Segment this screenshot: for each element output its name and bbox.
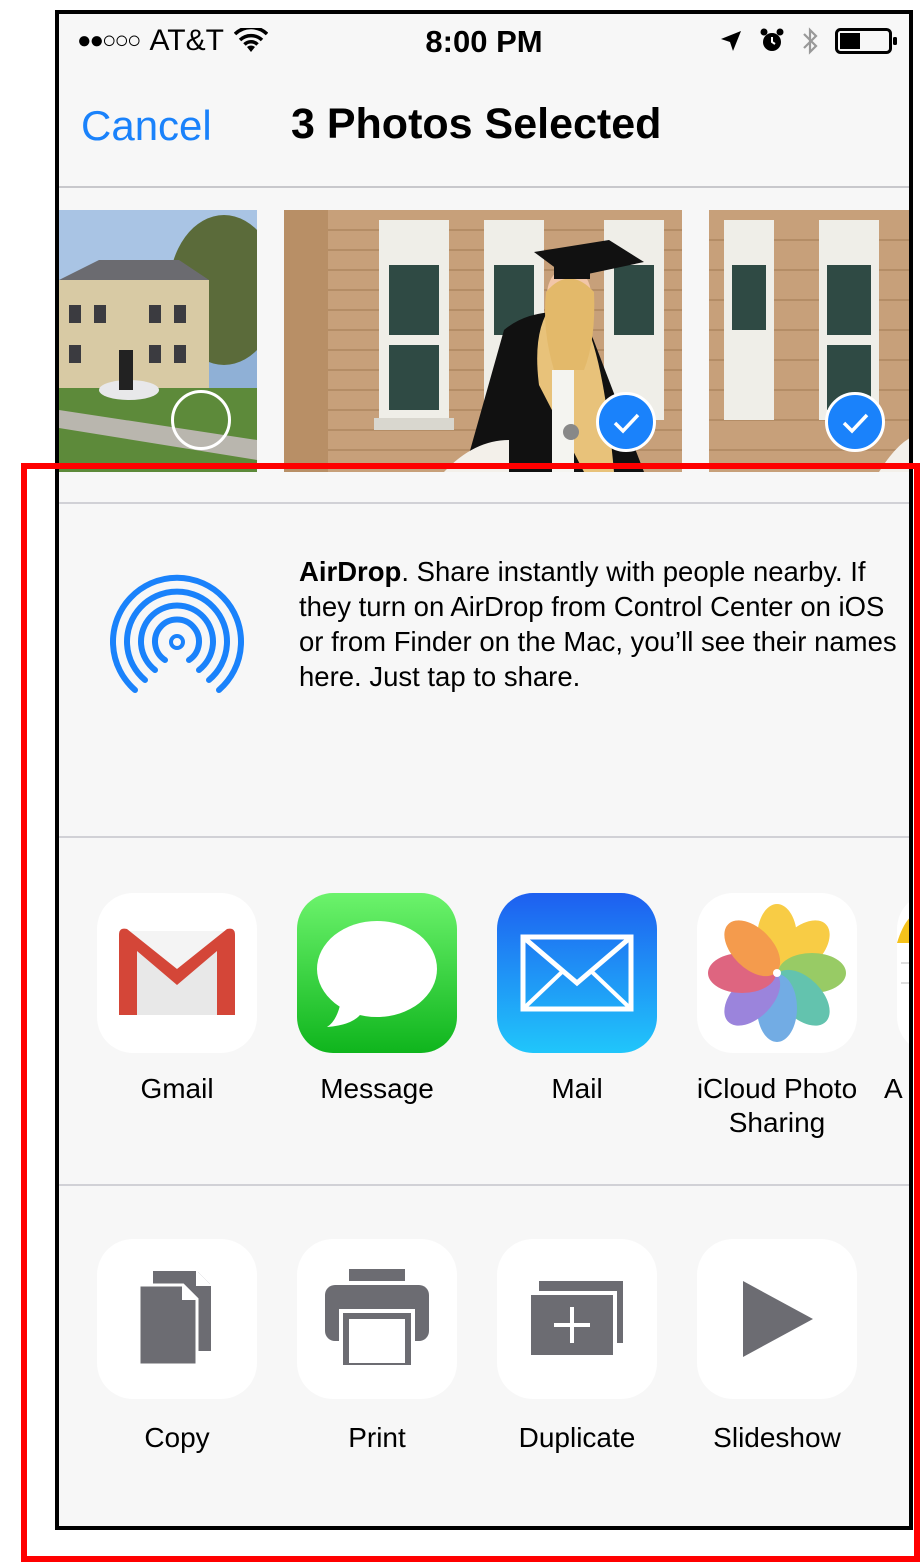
action-label: Slideshow (713, 1422, 841, 1453)
cancel-button[interactable]: Cancel (81, 102, 212, 150)
page-title: 3 Photos Selected (291, 100, 662, 148)
status-icons (719, 26, 899, 56)
share-apps-row: Gmail Message Mail iCloud Photo Sharing … (59, 838, 909, 1184)
checkmark-icon (613, 413, 640, 434)
bluetooth-icon (803, 27, 818, 55)
messages-icon[interactable] (297, 893, 457, 1053)
status-bar: ●●○○○ AT&T 8:00 PM (59, 14, 909, 74)
share-app-label: Message (320, 1073, 434, 1104)
airdrop-title: AirDrop (299, 556, 402, 587)
photos-icon[interactable] (697, 893, 857, 1053)
actions-row: Copy Print Duplicate Slideshow (59, 1186, 909, 1526)
airdrop-description: AirDrop. Share instantly with people nea… (299, 554, 899, 694)
airdrop-icon (110, 574, 244, 693)
airdrop-section: AirDrop. Share instantly with people nea… (59, 504, 909, 838)
navigation-bar: Cancel 3 Photos Selected (59, 74, 909, 188)
action-label: Duplicate (518, 1422, 636, 1453)
selected-checkmark[interactable] (825, 392, 885, 452)
photo-strip[interactable] (59, 210, 909, 472)
mail-icon[interactable] (497, 893, 657, 1053)
alarm-icon (760, 28, 784, 51)
photo-thumbnail[interactable] (59, 210, 257, 472)
share-sheet-screen: ●●○○○ AT&T 8:00 PM Cancel 3 Photos Selec… (55, 10, 913, 1530)
selected-checkmark[interactable] (596, 392, 656, 452)
battery-icon (835, 28, 897, 54)
duplicate-icon[interactable] (497, 1239, 657, 1399)
print-icon[interactable] (297, 1239, 457, 1399)
share-app-label: Mail (551, 1073, 603, 1104)
share-app-label: iCloud Photo Sharing (696, 1073, 858, 1138)
photo-thumbnail[interactable] (709, 210, 909, 472)
share-app-label: Gmail (140, 1073, 214, 1104)
gmail-icon[interactable] (97, 893, 257, 1053)
selection-circle[interactable] (171, 390, 231, 450)
checkmark-icon (842, 413, 869, 434)
action-label: Print (348, 1422, 406, 1453)
location-arrow-icon (721, 31, 741, 51)
action-label: Copy (144, 1422, 210, 1453)
play-icon[interactable] (697, 1239, 857, 1399)
app-icon[interactable] (897, 893, 909, 1053)
copy-icon[interactable] (97, 1239, 257, 1399)
photo-thumbnail[interactable] (284, 210, 682, 472)
share-app-label: A (884, 1073, 903, 1104)
